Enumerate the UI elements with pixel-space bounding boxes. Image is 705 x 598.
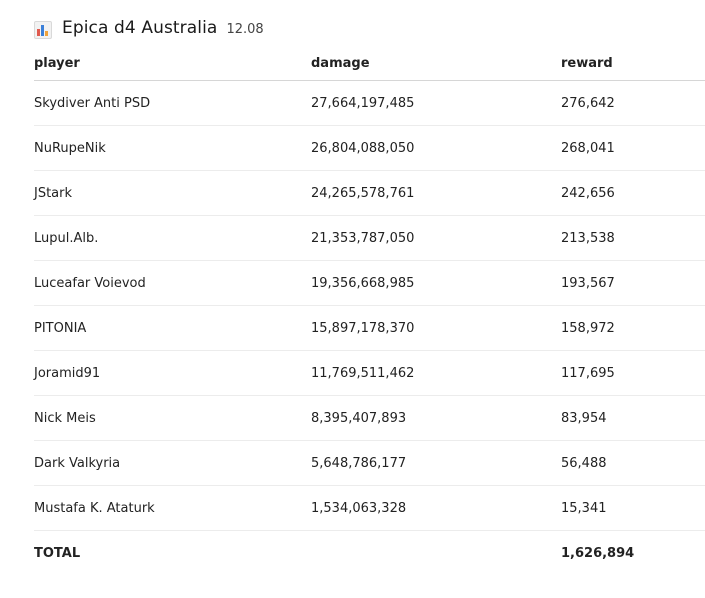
damage-cell: 26,804,088,050 <box>311 140 415 156</box>
table-row: Luceafar Voievod 19,356,668,985 193,567 <box>34 261 705 306</box>
table-header-row: player damage reward <box>34 56 705 81</box>
player-cell: PITONIA <box>34 320 87 336</box>
reward-cell: 213,538 <box>561 230 615 246</box>
reward-cell: 83,954 <box>561 410 607 426</box>
damage-cell: 15,897,178,370 <box>311 320 415 336</box>
damage-cell: 24,265,578,761 <box>311 185 415 201</box>
damage-cell: 1,534,063,328 <box>311 500 407 516</box>
player-cell: Skydiver Anti PSD <box>34 95 151 111</box>
damage-cell: 11,769,511,462 <box>311 365 415 381</box>
damage-cell: 21,353,787,050 <box>311 230 415 246</box>
column-header-reward: reward <box>561 56 613 71</box>
bar-chart-icon <box>34 21 52 39</box>
page-title: Epica d4 Australia <box>62 18 218 38</box>
column-header-damage: damage <box>311 56 370 71</box>
reward-cell: 56,488 <box>561 455 607 471</box>
player-cell: Joramid91 <box>34 365 101 381</box>
table-row: Dark Valkyria 5,648,786,177 56,488 <box>34 441 705 486</box>
total-reward-cell: 1,626,894 <box>561 546 635 561</box>
player-cell: Luceafar Voievod <box>34 275 146 291</box>
reward-cell: 268,041 <box>561 140 615 156</box>
reward-cell: 15,341 <box>561 500 607 516</box>
reward-cell: 117,695 <box>561 365 615 381</box>
table-row: Skydiver Anti PSD 27,664,197,485 276,642 <box>34 81 705 126</box>
player-cell: Lupul.Alb. <box>34 230 99 246</box>
damage-cell: 19,356,668,985 <box>311 275 415 291</box>
reward-cell: 158,972 <box>561 320 615 336</box>
damage-cell: 5,648,786,177 <box>311 455 407 471</box>
total-label: TOTAL <box>34 546 81 561</box>
results-table: player damage reward Skydiver Anti PSD 2… <box>34 56 705 576</box>
page-subtitle: 12.08 <box>226 22 264 37</box>
reward-cell: 276,642 <box>561 95 615 111</box>
title-row: Epica d4 Australia 12.08 <box>34 18 705 44</box>
table-row: Nick Meis 8,395,407,893 83,954 <box>34 396 705 441</box>
page: Epica d4 Australia 12.08 player damage r… <box>34 18 705 576</box>
table-row: Mustafa K. Ataturk 1,534,063,328 15,341 <box>34 486 705 531</box>
table-total-row: TOTAL 1,626,894 <box>34 531 705 576</box>
table-row: NuRupeNik 26,804,088,050 268,041 <box>34 126 705 171</box>
table-row: Joramid91 11,769,511,462 117,695 <box>34 351 705 396</box>
damage-cell: 8,395,407,893 <box>311 410 407 426</box>
column-header-player: player <box>34 56 80 71</box>
player-cell: Dark Valkyria <box>34 455 121 471</box>
table-row: Lupul.Alb. 21,353,787,050 213,538 <box>34 216 705 261</box>
reward-cell: 193,567 <box>561 275 615 291</box>
damage-cell: 27,664,197,485 <box>311 95 415 111</box>
player-cell: NuRupeNik <box>34 140 106 156</box>
reward-cell: 242,656 <box>561 185 615 201</box>
player-cell: JStark <box>34 185 73 201</box>
player-cell: Nick Meis <box>34 410 96 426</box>
table-row: JStark 24,265,578,761 242,656 <box>34 171 705 216</box>
table-row: PITONIA 15,897,178,370 158,972 <box>34 306 705 351</box>
player-cell: Mustafa K. Ataturk <box>34 500 155 516</box>
